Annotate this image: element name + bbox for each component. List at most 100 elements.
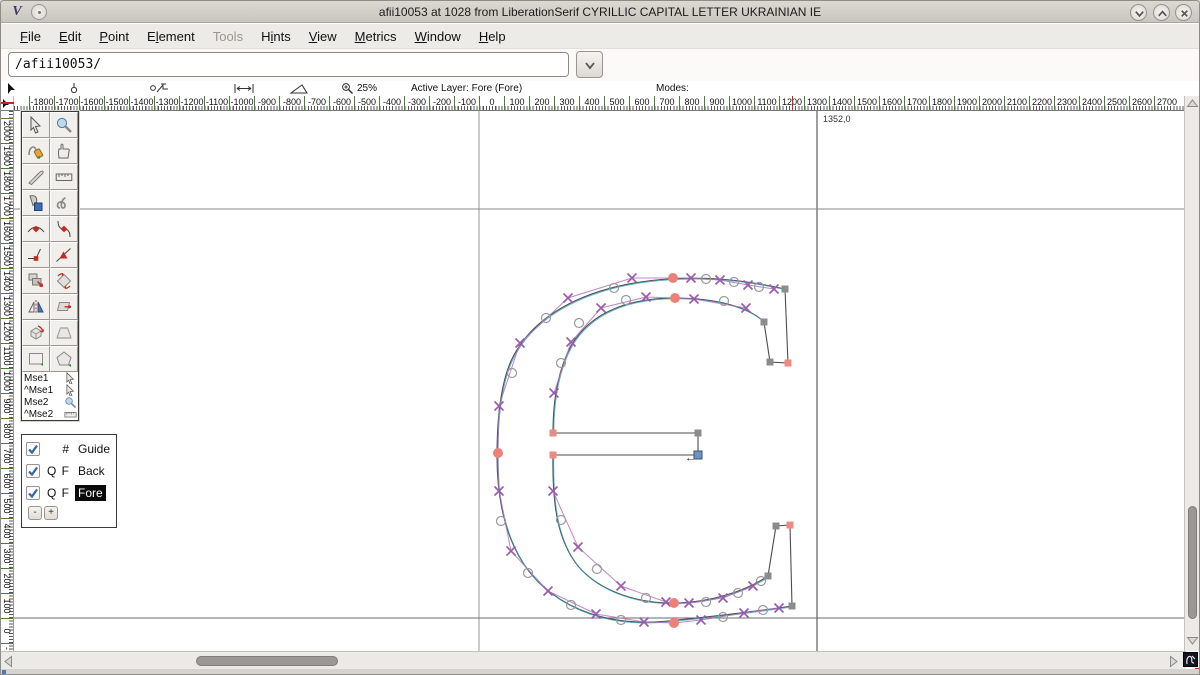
corner-point[interactable] <box>694 429 702 437</box>
layer-row-back[interactable]: Q F Back <box>24 460 116 482</box>
h-ruler-tick: 2300 <box>1054 96 1079 110</box>
layer-visible-checkbox[interactable] <box>26 442 40 456</box>
tool-knife[interactable] <box>22 164 50 190</box>
scroll-up-icon[interactable] <box>1186 98 1199 108</box>
tool-magnify[interactable] <box>50 112 78 138</box>
minimize-button[interactable] <box>1130 4 1147 21</box>
outline-path-crossbar <box>553 432 699 456</box>
title-bar[interactable]: V afii10053 at 1028 from LiberationSerif… <box>1 1 1199 23</box>
menu-item-help[interactable]: Help <box>470 26 515 47</box>
extremum-point[interactable] <box>669 598 679 608</box>
h-ruler-tick: 200 <box>529 96 554 110</box>
horizontal-ruler[interactable]: -1800 -1700 -1600 -1500 -1400 -1300 -1200 -1100… <box>14 96 1186 111</box>
layer-name[interactable]: Back <box>75 463 108 479</box>
tool-tangent-point[interactable] <box>50 242 78 268</box>
menu-item-point[interactable]: Point <box>90 26 138 47</box>
vertical-scrollbar[interactable] <box>1184 96 1199 651</box>
extremum-point[interactable] <box>493 448 503 458</box>
corner-point-highlight[interactable] <box>784 359 792 367</box>
corner-point[interactable] <box>760 318 768 326</box>
extremum-point[interactable] <box>668 273 678 283</box>
tool-rotate3d[interactable] <box>22 320 50 346</box>
tool-rotate[interactable] <box>50 268 78 294</box>
curve-point[interactable] <box>591 563 603 575</box>
mouse-binding-mse2[interactable]: Mse2 <box>22 396 78 408</box>
corner-point-highlight[interactable] <box>786 521 794 529</box>
tool-corner-point[interactable] <box>22 242 50 268</box>
layer-visible-checkbox[interactable] <box>26 486 40 500</box>
tool-polygon-star[interactable] <box>50 346 78 372</box>
tool-perspective[interactable] <box>50 320 78 346</box>
glyph-name-dropdown-button[interactable] <box>576 51 603 78</box>
v-ruler-tick: 1400 <box>1 268 13 293</box>
mouse-binding-mod-mse2[interactable]: ^Mse2 <box>22 408 78 420</box>
menu-item-edit[interactable]: Edit <box>50 26 90 47</box>
v-ruler-tick: 1600 <box>1 218 13 243</box>
corner-point-highlight[interactable] <box>549 429 557 437</box>
mouse-binding-mod-mse1[interactable]: ^Mse1 <box>22 384 78 396</box>
control-point-x[interactable] <box>595 302 607 314</box>
tool-rectangle-ellipse[interactable] <box>22 346 50 372</box>
layer-row-fore[interactable]: Q F Fore <box>24 482 116 504</box>
curve-point[interactable] <box>506 367 518 379</box>
horizontal-scroll-thumb[interactable] <box>196 656 338 666</box>
tool-pen[interactable] <box>22 190 50 216</box>
add-layer-button[interactable]: + <box>44 506 58 520</box>
tool-ruler[interactable] <box>50 164 78 190</box>
layer-name[interactable]: Fore <box>75 485 106 501</box>
tool-freehand[interactable] <box>22 138 50 164</box>
tool-scale[interactable] <box>22 268 50 294</box>
menu-item-element[interactable]: Element <box>138 26 204 47</box>
corner-point[interactable] <box>766 358 774 366</box>
glyph-name-input[interactable] <box>8 52 569 77</box>
control-point-x[interactable] <box>505 545 517 557</box>
vertical-scroll-thumb[interactable] <box>1188 506 1197 619</box>
maximize-button[interactable] <box>1153 4 1170 21</box>
layer-visible-checkbox[interactable] <box>26 464 40 478</box>
menu-item-view[interactable]: View <box>300 26 346 47</box>
corner-point[interactable] <box>772 522 780 530</box>
glyph-canvas[interactable]: ← 1352,0 <box>14 111 1186 651</box>
layer-flags[interactable]: Q F <box>44 464 70 478</box>
control-point-x[interactable] <box>542 585 554 597</box>
layer-flags[interactable]: # <box>44 442 70 456</box>
corner-point-highlight[interactable] <box>549 451 557 459</box>
tool-pointer[interactable] <box>22 112 50 138</box>
v-ruler-tick: 1500 <box>1 243 13 268</box>
curve-point[interactable] <box>700 596 712 608</box>
menu-item-hints[interactable]: Hints <box>252 26 300 47</box>
control-point-x[interactable] <box>562 292 574 304</box>
scroll-right-icon[interactable] <box>1169 655 1179 668</box>
remove-layer-button[interactable]: - <box>28 506 42 520</box>
menu-item-window[interactable]: Window <box>406 26 470 47</box>
close-button[interactable] <box>1175 4 1192 21</box>
extremum-point[interactable] <box>669 618 679 628</box>
tool-hand[interactable] <box>50 138 78 164</box>
vertical-ruler[interactable]: 2000 1900 1800 1700 1600 1500 1400 1300 1200 1100… <box>1 111 14 651</box>
menu-item-metrics[interactable]: Metrics <box>346 26 406 47</box>
scroll-down-icon[interactable] <box>1186 636 1199 646</box>
window-title: afii10053 at 1028 from LiberationSerif C… <box>378 4 822 19</box>
tool-flip[interactable] <box>22 294 50 320</box>
layer-name[interactable]: Guide <box>75 441 113 457</box>
control-point-x[interactable] <box>615 580 627 592</box>
layer-row-guide[interactable]: # Guide <box>24 438 116 460</box>
extremum-point[interactable] <box>670 293 680 303</box>
curve-point[interactable] <box>573 317 585 329</box>
menu-item-file[interactable]: File <box>11 26 50 47</box>
tool-curve-point[interactable] <box>22 216 50 242</box>
curve-point[interactable] <box>620 294 632 306</box>
mouse-binding-mse1[interactable]: Mse1 <box>22 372 78 384</box>
corner-point[interactable] <box>788 602 796 610</box>
horizontal-scrollbar[interactable] <box>1 651 1186 669</box>
tool-spiro[interactable] <box>50 190 78 216</box>
tool-skew[interactable] <box>50 294 78 320</box>
chevron-down-icon <box>585 62 595 70</box>
corner-point[interactable] <box>781 285 789 293</box>
control-point-x[interactable] <box>572 541 584 553</box>
scroll-left-icon[interactable] <box>3 655 13 668</box>
v-ruler-tick: 1800 <box>1 168 13 193</box>
tool-hvcurve-point[interactable] <box>50 216 78 242</box>
layer-flags[interactable]: Q F <box>44 486 70 500</box>
corner-point[interactable] <box>764 572 772 580</box>
